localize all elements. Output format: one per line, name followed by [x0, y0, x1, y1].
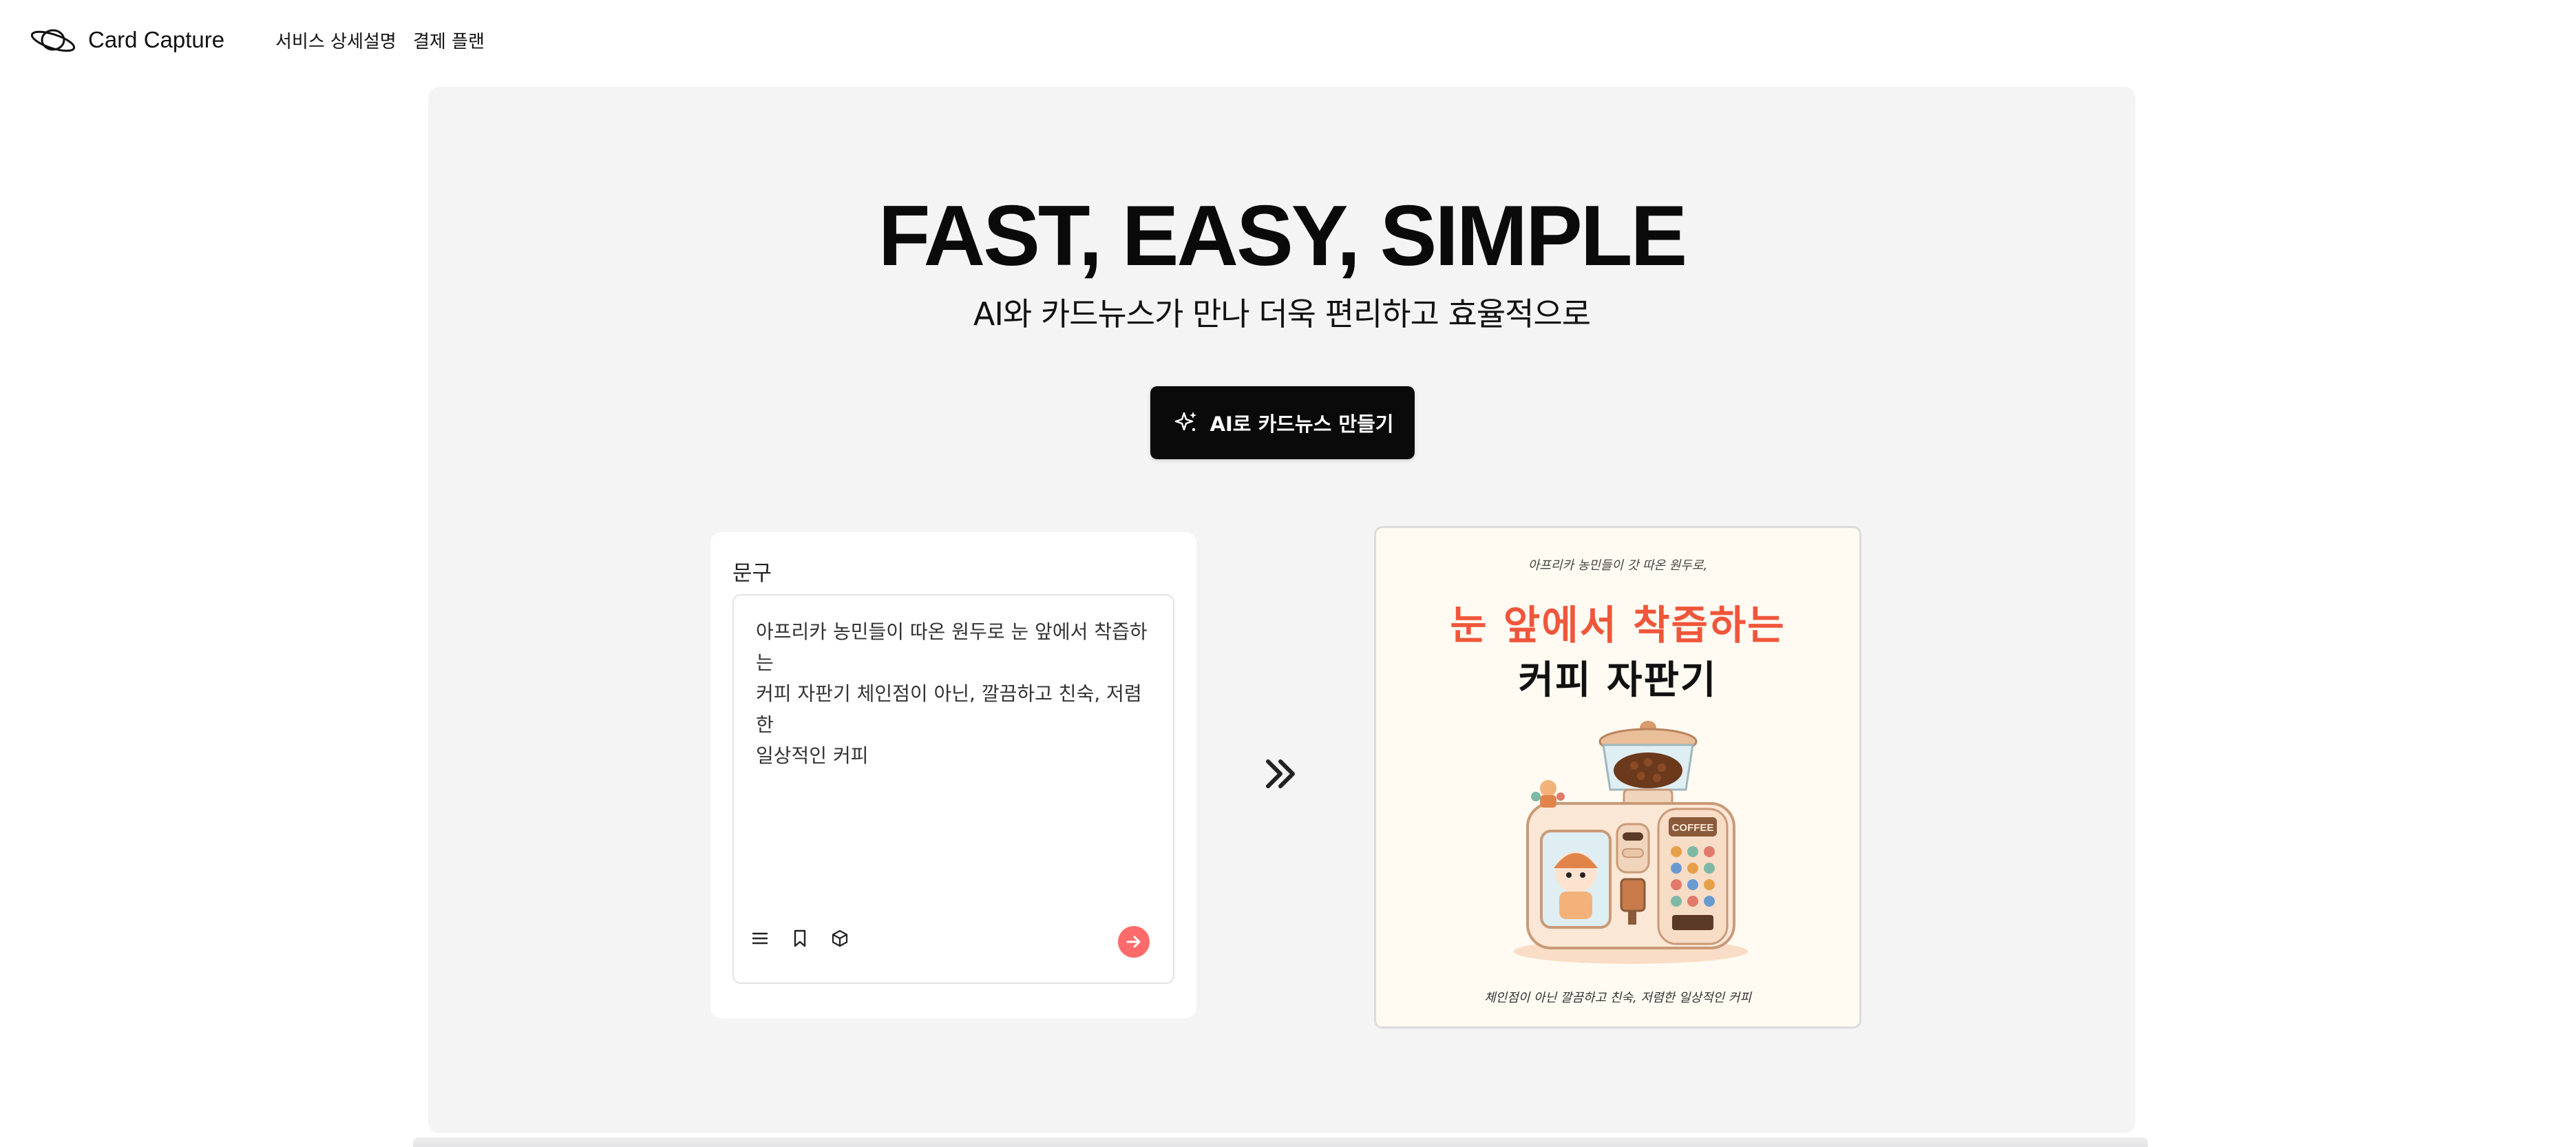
create-cardnews-button[interactable]: AI로 카드뉴스 만들기	[1150, 386, 1415, 459]
phrase-text[interactable]: 아프리카 농민들이 따온 원두로 눈 앞에서 착즙하는 커피 자판기 체인점이 …	[756, 616, 1155, 771]
bookmark-icon[interactable]	[788, 926, 812, 951]
coffee-machine-illustration: COFFEE	[1514, 721, 1748, 964]
input-panel: 문구 아프리카 농민들이 따온 원두로 눈 앞에서 착즙하는 커피 자판기 체인…	[710, 532, 1196, 1018]
coffee-sign-text: COFFEE	[1672, 822, 1714, 834]
phrase-label: 문구	[732, 561, 772, 586]
hero-section: FAST, EASY, SIMPLE AI와 카드뉴스가 만나 더욱 편리하고 …	[428, 87, 2135, 1133]
brand-logo[interactable]: Card Capture	[29, 23, 224, 56]
preview-title-line1: 눈 앞에서 착즙하는	[1450, 602, 1786, 649]
hero-subtitle: AI와 카드뉴스가 만나 더욱 편리하고 효율적으로	[973, 295, 1591, 333]
planet-logo-icon	[30, 29, 76, 52]
preview-title-line2: 커피 자판기	[1518, 658, 1718, 703]
preview-small-text: 아프리카 농민들이 갓 따온 원두로,	[1528, 558, 1708, 573]
next-section-edge	[413, 1137, 2148, 1147]
double-chevron-right-icon	[1266, 759, 1295, 788]
list-icon[interactable]	[748, 926, 772, 951]
create-cardnews-label: AI로 카드뉴스 만들기	[1210, 412, 1394, 436]
phrase-textarea[interactable]: 아프리카 농민들이 따온 원두로 눈 앞에서 착즙하는 커피 자판기 체인점이 …	[732, 594, 1174, 984]
card-preview: 아프리카 농민들이 갓 따온 원두로, 눈 앞에서 착즙하는 커피 자판기 CO	[1374, 526, 1861, 1029]
sparkle-icon	[1174, 412, 1196, 432]
arrow-right-icon	[1126, 936, 1141, 948]
nav-link-pricing[interactable]: 결제 플랜	[413, 28, 485, 53]
brand-name: Card Capture	[88, 27, 225, 52]
submit-button[interactable]	[1118, 926, 1150, 958]
cube-icon[interactable]	[827, 926, 852, 951]
top-nav: Card Capture 서비스 상세설명 결제 플랜	[0, 0, 2576, 81]
nav-link-service-details[interactable]: 서비스 상세설명	[275, 28, 397, 53]
hero-title: FAST, EASY, SIMPLE	[878, 189, 1688, 284]
preview-caption: 체인점이 아닌 깔끔하고 친숙, 저렴한 일상적인 커피	[1484, 991, 1751, 1005]
